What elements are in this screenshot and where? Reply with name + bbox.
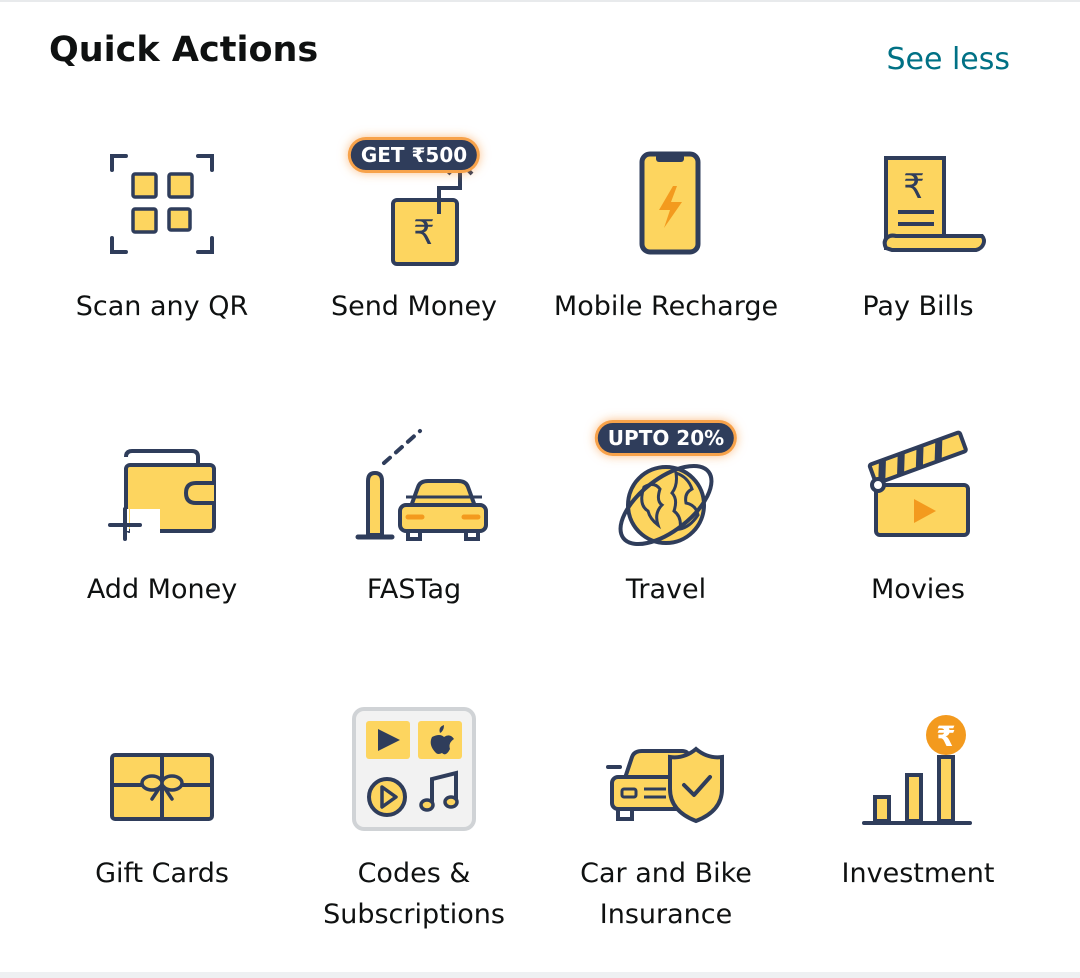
action-codes-subscriptions[interactable]: Codes & Subscriptions [288, 685, 540, 955]
svg-text:₹: ₹ [903, 167, 925, 207]
action-label: Add Money [86, 574, 238, 605]
action-travel[interactable]: UPTO 20% Travel [540, 401, 792, 671]
wallet-add-icon [100, 401, 224, 551]
action-mobile-recharge[interactable]: Mobile Recharge [540, 118, 792, 388]
action-movies[interactable]: Movies [792, 401, 1044, 671]
action-label: Car and Bike Insurance [580, 858, 752, 930]
offer-badge: GET ₹500 [350, 140, 478, 170]
action-label: Mobile Recharge [553, 291, 779, 322]
investment-chart-icon: ₹ [856, 685, 980, 835]
action-label: Send Money [330, 291, 498, 322]
bill-icon: ₹ [856, 118, 986, 268]
action-send-money[interactable]: ₹ GET ₹500 Send Money [288, 118, 540, 388]
action-label: FASTag [366, 574, 462, 605]
fastag-car-icon [352, 401, 488, 551]
svg-text:₹: ₹ [936, 720, 955, 753]
mobile-recharge-icon [604, 118, 728, 268]
clapperboard-icon [856, 401, 980, 551]
action-fastag[interactable]: FASTag [288, 401, 540, 671]
see-less-link[interactable]: See less [886, 42, 1010, 77]
action-investment[interactable]: ₹ Investment [792, 685, 1044, 955]
svg-text:₹: ₹ [413, 213, 435, 253]
top-divider [0, 0, 1080, 2]
action-gift-cards[interactable]: Gift Cards [36, 685, 288, 955]
section-title: Quick Actions [49, 30, 319, 70]
action-label: Codes & Subscriptions [323, 858, 505, 930]
action-label: Pay Bills [862, 291, 974, 322]
action-label: Gift Cards [95, 858, 229, 889]
action-label: Movies [871, 574, 965, 605]
gift-card-icon [100, 685, 224, 835]
action-car-bike-insurance[interactable]: Car and Bike Insurance [540, 685, 792, 955]
action-label: Travel [625, 574, 707, 605]
app-store-codes-icon [352, 685, 476, 835]
action-scan-qr[interactable]: Scan any QR [36, 118, 288, 388]
action-label: Scan any QR [75, 291, 249, 322]
action-label: Investment [841, 858, 995, 889]
qr-scan-icon [100, 118, 224, 268]
action-add-money[interactable]: Add Money [36, 401, 288, 671]
car-insurance-shield-icon [604, 685, 728, 835]
offer-badge: UPTO 20% [597, 423, 735, 453]
bottom-divider [0, 972, 1080, 978]
action-pay-bills[interactable]: ₹ Pay Bills [792, 118, 1044, 388]
